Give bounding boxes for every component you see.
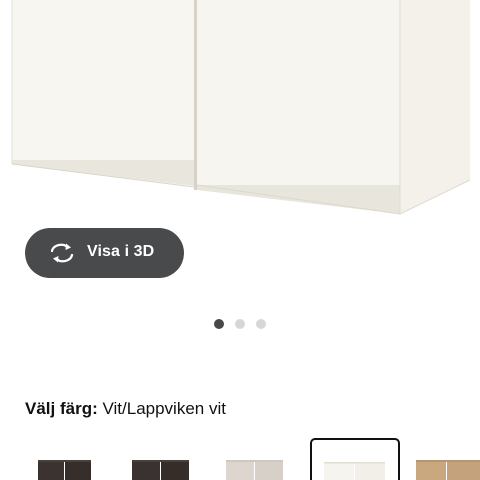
color-swatches (0, 436, 480, 480)
swatch-white-selected[interactable] (310, 438, 400, 480)
swatch-beige-grey[interactable] (216, 436, 294, 480)
product-page: Visa i 3D Välj färg: Vit/Lappviken vit (0, 0, 480, 480)
wall-cabinet-white-image (0, 0, 480, 232)
color-selection-label: Välj färg: Vit/Lappviken vit (25, 399, 226, 419)
swatch-dark-brown[interactable] (26, 436, 104, 480)
rotate-3d-icon (50, 243, 74, 263)
cabinet-beige-grey-thumbnail (226, 460, 283, 480)
carousel-dot-1[interactable] (214, 319, 224, 329)
carousel-dot-2[interactable] (235, 319, 245, 329)
carousel-dot-3[interactable] (256, 319, 266, 329)
cabinet-oak-thumbnail (416, 460, 480, 480)
swatch-dark-brown-2[interactable] (122, 436, 200, 480)
image-carousel-dots (0, 319, 480, 331)
color-value: Vit/Lappviken vit (102, 399, 226, 418)
color-key-label: Välj färg: (25, 399, 98, 418)
swatch-oak[interactable] (410, 436, 480, 480)
product-image[interactable] (0, 0, 480, 232)
cabinet-dark-brown-2-thumbnail (132, 460, 189, 480)
cabinet-dark-brown-thumbnail (38, 460, 91, 480)
view-in-3d-button[interactable]: Visa i 3D (25, 228, 184, 278)
view-in-3d-label: Visa i 3D (87, 243, 155, 260)
cabinet-white-thumbnail (324, 462, 385, 480)
